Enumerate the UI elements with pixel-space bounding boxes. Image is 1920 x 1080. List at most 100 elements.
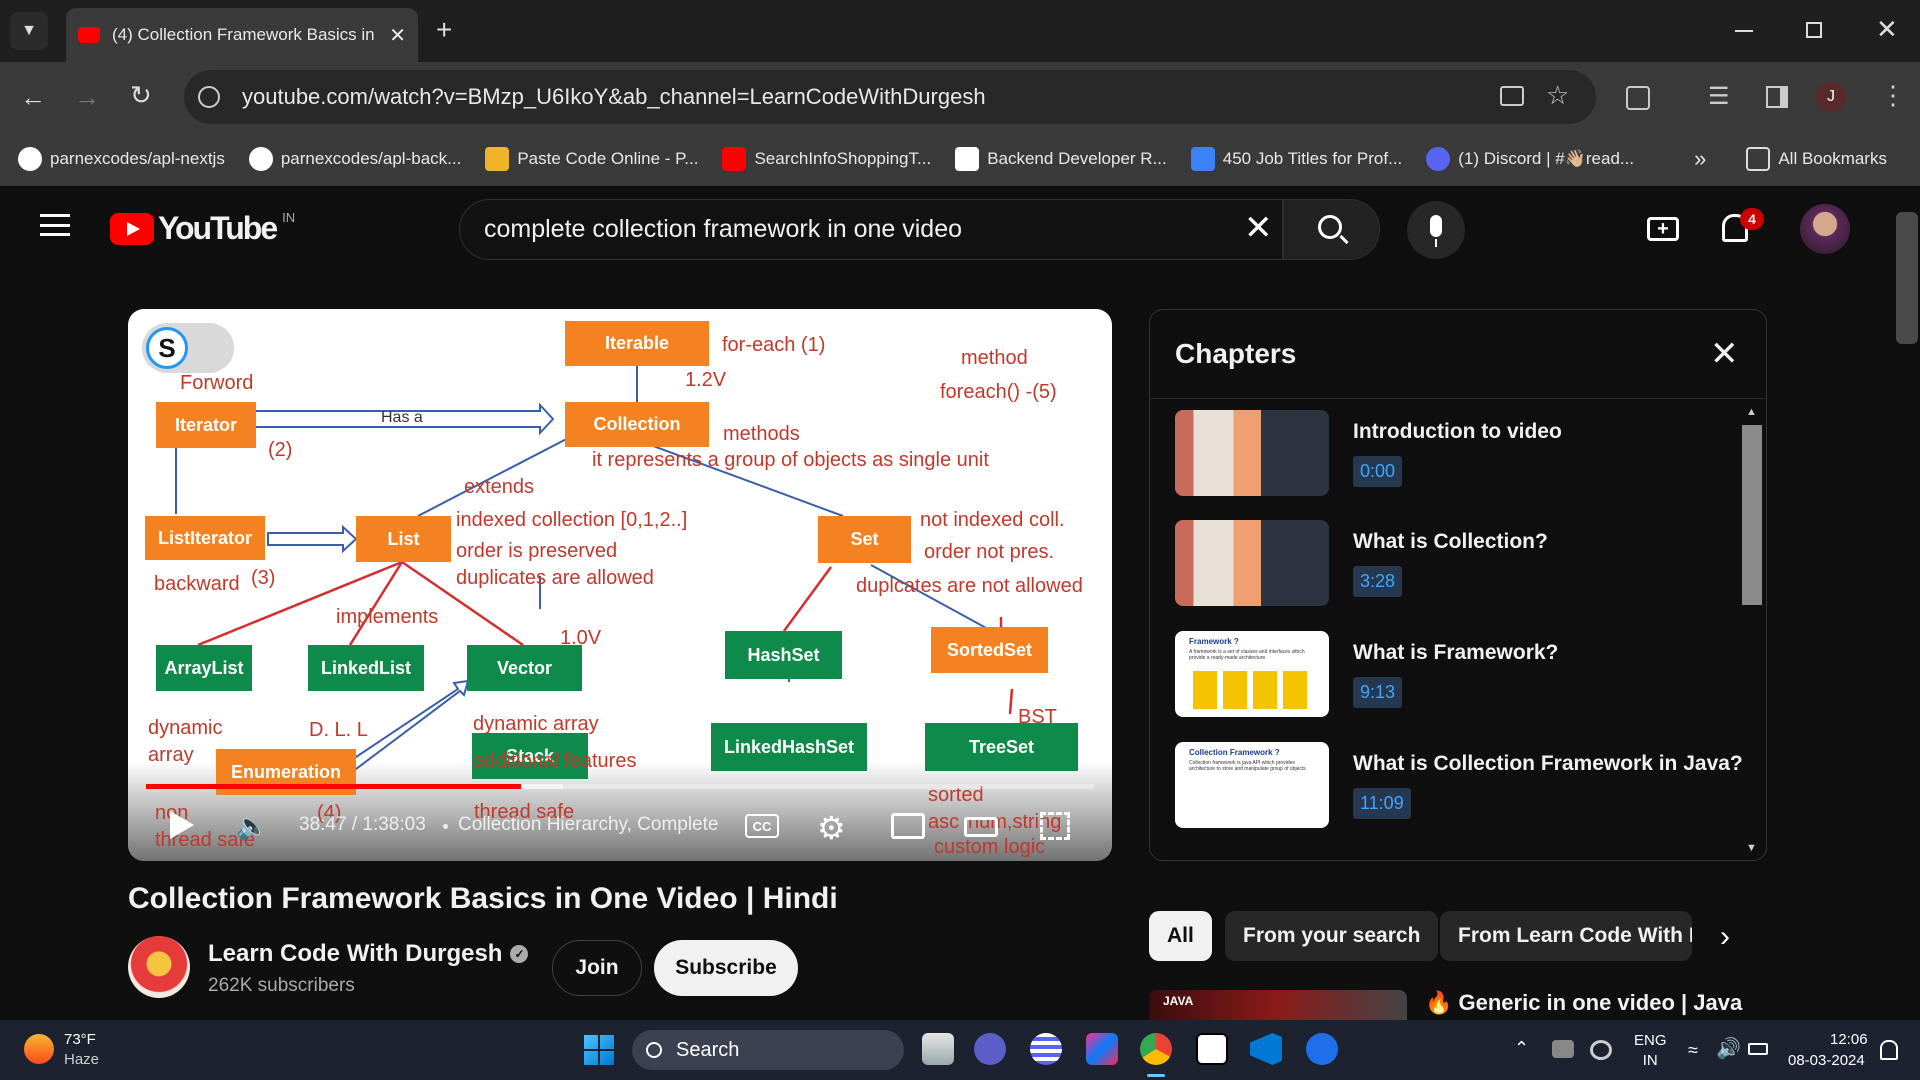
settings-gear-icon[interactable]: ⚙: [817, 809, 846, 847]
chapter-timestamp[interactable]: 0:00: [1353, 456, 1403, 487]
next-video-title[interactable]: 🔥 Generic in one video | Java: [1425, 990, 1742, 1016]
all-bookmarks[interactable]: All Bookmarks: [1746, 147, 1887, 171]
reload-icon[interactable]: ↻: [130, 80, 152, 111]
address-bar[interactable]: youtube.com/watch?v=BMzp_U6IkoY&ab_chann…: [184, 70, 1596, 124]
bookmark-item[interactable]: Paste Code Online - P...: [485, 147, 698, 171]
next-video-thumbnail[interactable]: JAVA: [1149, 990, 1407, 1020]
scroll-up-icon[interactable]: ▲: [1746, 406, 1757, 418]
chrome-menu-icon[interactable]: ⋮: [1880, 80, 1906, 111]
file-explorer-icon[interactable]: [922, 1033, 954, 1065]
bookmark-item[interactable]: parnexcodes/apl-nextjs: [18, 147, 225, 171]
subscriber-count: 262K subscribers: [208, 975, 355, 996]
wifi-icon[interactable]: ≈: [1688, 1040, 1698, 1061]
profile-avatar[interactable]: J: [1816, 82, 1846, 112]
note: dynamic array: [473, 713, 599, 735]
site-info-icon[interactable]: [198, 86, 220, 108]
chapter-timestamp[interactable]: 3:28: [1353, 566, 1403, 597]
chapter-item[interactable]: Collection Framework ? Collection framew…: [1175, 742, 1743, 830]
notification-center-icon[interactable]: [1880, 1040, 1898, 1060]
media-control-icon[interactable]: ☰: [1708, 82, 1730, 111]
chapter-item[interactable]: Framework ? A framework is a set of clas…: [1175, 631, 1735, 719]
speaker-icon[interactable]: 🔊: [1716, 1036, 1741, 1061]
account-avatar[interactable]: [1800, 204, 1850, 254]
filter-chip-from-search[interactable]: From your search: [1225, 911, 1439, 961]
note: asc: [928, 811, 960, 833]
language-indicator[interactable]: ENG IN: [1634, 1031, 1667, 1071]
search-button[interactable]: [1283, 199, 1380, 260]
bookmark-item[interactable]: 450 Job Titles for Prof...: [1190, 147, 1402, 171]
fullscreen-icon[interactable]: [1040, 812, 1070, 840]
forward-icon[interactable]: →: [74, 82, 100, 113]
chapter-label[interactable]: Collection Hierarchy, Complete: [458, 814, 726, 836]
roadmap-icon: [955, 147, 980, 171]
bookmark-label: parnexcodes/apl-back...: [280, 149, 462, 168]
meet-icon[interactable]: [974, 1033, 1006, 1065]
channel-name[interactable]: Learn Code With Durgesh ✓: [208, 940, 529, 968]
progress-track[interactable]: [146, 784, 1094, 789]
close-window-button[interactable]: ✕: [1876, 14, 1898, 45]
weather-desc: Haze: [64, 1051, 100, 1068]
bookmark-item[interactable]: (1) Discord | #👋🏼read...: [1426, 147, 1634, 171]
join-button[interactable]: Join: [552, 940, 642, 996]
voice-search-button[interactable]: [1407, 201, 1465, 259]
app-store-icon[interactable]: [1306, 1033, 1338, 1065]
more-bookmarks-icon[interactable]: »: [1694, 146, 1706, 172]
taskbar-search[interactable]: Search: [632, 1030, 904, 1070]
windows-taskbar: [0, 1020, 1920, 1080]
node-hashset: HashSet: [725, 631, 842, 679]
tray-network-app-icon[interactable]: [1552, 1040, 1574, 1058]
miniplayer-icon[interactable]: [891, 813, 925, 839]
back-icon[interactable]: ←: [20, 82, 46, 113]
chapter-timestamp[interactable]: 11:09: [1353, 788, 1411, 819]
chapters-scrollbar[interactable]: [1742, 425, 1762, 605]
folder-icon: [1746, 147, 1771, 171]
tray-sync-icon[interactable]: [1590, 1040, 1612, 1060]
play-button[interactable]: [170, 811, 194, 839]
weather-icon[interactable]: [24, 1034, 54, 1064]
close-chapters-icon[interactable]: ✕: [1710, 334, 1739, 374]
battery-icon[interactable]: [1748, 1043, 1768, 1055]
bookmark-item[interactable]: SearchInfoShoppingT...: [722, 147, 931, 171]
browser-tab-active[interactable]: (4) Collection Framework Basics in ✕: [66, 8, 418, 62]
bookmark-item[interactable]: parnexcodes/apl-back...: [248, 147, 462, 171]
video-player[interactable]: S Iterable Collection Iterator ListItera…: [128, 309, 1112, 861]
theater-mode-icon[interactable]: [964, 817, 998, 837]
chips-next-icon[interactable]: ›: [1720, 920, 1730, 954]
side-panel-icon[interactable]: [1766, 86, 1788, 108]
scroll-down-icon[interactable]: ▼: [1746, 842, 1757, 854]
minimize-button[interactable]: [1735, 30, 1753, 32]
bookmark-star-icon[interactable]: ☆: [1546, 80, 1569, 111]
extensions-icon[interactable]: [1626, 86, 1650, 110]
page-scrollbar[interactable]: [1896, 212, 1918, 344]
youtube-logo[interactable]: YouTube IN: [110, 210, 295, 247]
windows-start-icon[interactable]: [584, 1035, 614, 1065]
filter-chip-all[interactable]: All: [1149, 911, 1212, 961]
chapter-item[interactable]: Introduction to video 0:00: [1175, 410, 1735, 498]
close-tab-icon[interactable]: ✕: [389, 23, 406, 48]
restore-button[interactable]: [1806, 22, 1822, 38]
intellij-icon[interactable]: [1086, 1033, 1118, 1065]
new-tab-button[interactable]: +: [436, 14, 452, 46]
volume-icon[interactable]: 🔈: [236, 813, 268, 839]
clock-time[interactable]: 12:06: [1830, 1031, 1868, 1048]
create-video-icon[interactable]: +: [1647, 217, 1679, 241]
tray-overflow-icon[interactable]: ⌃: [1514, 1038, 1529, 1059]
search-query: complete collection framework in one vid…: [484, 215, 963, 243]
install-app-icon[interactable]: [1500, 86, 1524, 106]
notion-icon[interactable]: [1196, 1033, 1228, 1065]
bookmark-item[interactable]: Backend Developer R...: [955, 147, 1167, 171]
channel-avatar[interactable]: [128, 936, 190, 998]
captions-button[interactable]: CC: [745, 814, 779, 838]
chrome-icon[interactable]: [1140, 1033, 1172, 1065]
search-input[interactable]: complete collection framework in one vid…: [459, 199, 1283, 260]
clear-search-icon[interactable]: ✕: [1244, 208, 1273, 248]
chapter-timestamp[interactable]: 9:13: [1353, 677, 1403, 708]
vpn-icon[interactable]: [1030, 1033, 1062, 1065]
bookmark-label: parnexcodes/apl-nextjs: [50, 149, 225, 168]
tab-search-button[interactable]: ▼: [10, 12, 48, 50]
filter-chip-from-channel[interactable]: From Learn Code With D: [1440, 911, 1692, 961]
subscribe-button[interactable]: Subscribe: [654, 940, 798, 996]
note: implements: [336, 606, 439, 628]
clock-date[interactable]: 08-03-2024: [1788, 1052, 1865, 1069]
chapter-item[interactable]: What is Collection? 3:28: [1175, 520, 1735, 608]
